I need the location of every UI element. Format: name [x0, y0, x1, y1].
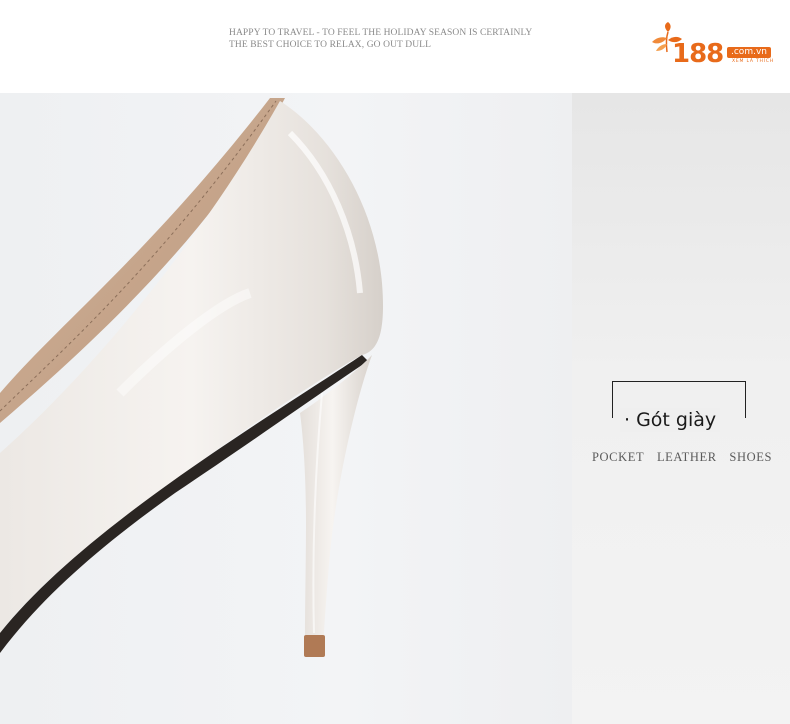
- logo-slogan: XEM LÀ THÍCH: [732, 59, 774, 64]
- tagline-line-1: HAPPY TO TRAVEL - TO FEEL THE HOLIDAY SE…: [229, 28, 533, 38]
- header: HAPPY TO TRAVEL - TO FEEL THE HOLIDAY SE…: [0, 0, 790, 93]
- feature-label: · Gót giày: [620, 408, 721, 432]
- shoe-illustration: [0, 98, 384, 657]
- subtitle-word-3: SHOES: [729, 450, 772, 464]
- heel-tip: [304, 635, 325, 657]
- subtitle-word-1: POCKET: [592, 450, 645, 464]
- subtitle-word-2: LEATHER: [656, 450, 717, 464]
- logo-number: 188: [672, 39, 724, 69]
- tagline: HAPPY TO TRAVEL - TO FEEL THE HOLIDAY SE…: [229, 27, 569, 51]
- feature-subtitle: POCKET LEATHER SHOES: [592, 450, 772, 465]
- shoe-heel-photo: [0, 93, 572, 724]
- tagline-line-2: THE BEST CHOICE TO RELAX, GO OUT DULL: [229, 40, 431, 50]
- logo-domain: .com.vn: [727, 47, 771, 58]
- brand-logo[interactable]: 188 .com.vn XEM LÀ THÍCH: [652, 22, 782, 72]
